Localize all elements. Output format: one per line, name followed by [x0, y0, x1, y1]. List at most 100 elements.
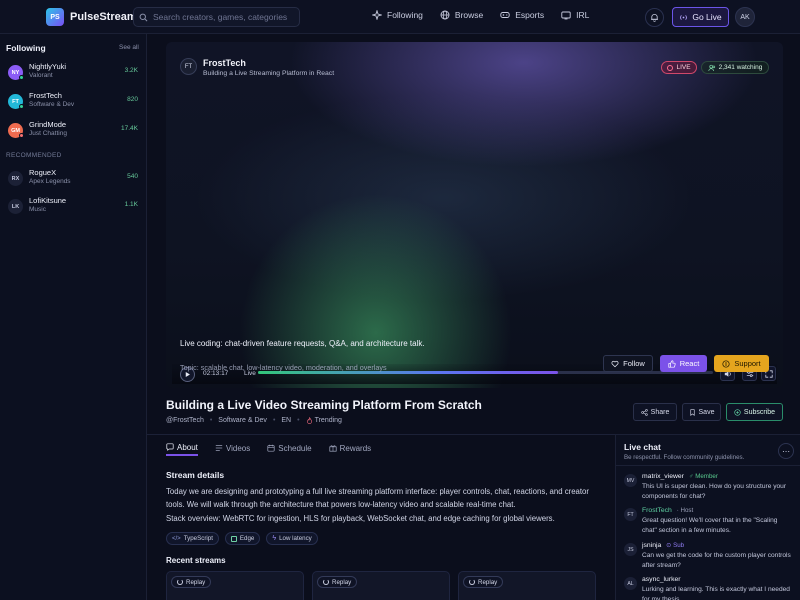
stack-overview-text: Stack overview: WebRTC for ingestion, HL…	[166, 514, 555, 523]
react-button[interactable]: React	[660, 355, 707, 372]
coin-icon	[722, 359, 730, 368]
video-player[interactable]: FT FrostTech Building a Live Streaming P…	[166, 42, 783, 388]
chat-username-line: async_lurker	[642, 576, 681, 583]
sidebar-item-grindmode[interactable]: GM GrindMode Just Chatting 17.4K	[0, 120, 147, 144]
streamer-avatar[interactable]: FT	[180, 58, 197, 75]
tag-list: </> TypeScript Edge ϟ Low latency	[166, 532, 318, 545]
following-heading: Following	[6, 43, 46, 53]
recent-streams-heading: Recent streams	[166, 556, 226, 565]
search-icon	[139, 13, 148, 21]
bolt-icon: ϟ	[272, 535, 277, 542]
live-chat-panel: Live chat Be respectful. Follow communit…	[615, 434, 800, 600]
live-label: LIVE	[676, 64, 691, 71]
watching-count: 2,341 watching	[718, 64, 763, 71]
host-badge: · Host	[676, 507, 694, 514]
role-label: Member	[695, 473, 718, 480]
nav-browse-label: Browse	[454, 10, 484, 20]
bookmark-icon	[689, 408, 695, 416]
sidebar-item-nightlyyuki[interactable]: NY NightlyYuki Valorant 3.2K	[0, 62, 147, 86]
replay-label: Replay	[332, 578, 352, 586]
nav-esports-label: Esports	[515, 10, 545, 20]
chat-avatar[interactable]: MV	[624, 474, 637, 487]
nav-esports[interactable]: Esports	[500, 10, 544, 20]
chat-avatar[interactable]: JS	[624, 543, 637, 556]
sidebar-item-frosttech[interactable]: FT FrostTech Software & Dev 820	[0, 91, 147, 115]
chat-text: Lurking and learning. This is exactly wh…	[642, 586, 790, 600]
tag-label: Low latency	[279, 535, 312, 542]
chat-username-line: matrix_viewer ♂ Member	[642, 473, 718, 480]
channel-category: Music	[29, 206, 46, 213]
save-button[interactable]: Save	[682, 403, 721, 421]
replay-badge: Replay	[463, 576, 504, 588]
tab-about-label: About	[177, 442, 198, 452]
nav-irl-label: IRL	[576, 10, 590, 20]
tab-schedule[interactable]: Schedule	[267, 440, 312, 456]
more-icon: ⋯	[782, 446, 790, 456]
tag-low-latency[interactable]: ϟ Low latency	[266, 532, 318, 545]
user-avatar[interactable]: AK	[735, 7, 755, 27]
recommended-heading: RECOMMENDED	[6, 152, 62, 159]
tab-rewards-label: Rewards	[339, 443, 372, 453]
replay-icon	[177, 579, 183, 585]
chat-username-line: jsninja ⊙ Sub	[642, 542, 684, 549]
stream-category[interactable]: Software & Dev	[218, 417, 267, 424]
tab-videos-label: Videos	[225, 443, 251, 453]
stream-meta: @FrostTech • Software & Dev • EN • Trend…	[166, 417, 342, 424]
recent-stream-card[interactable]: Replay	[458, 571, 596, 600]
share-icon	[640, 408, 648, 416]
nav-following[interactable]: Following	[372, 10, 423, 20]
go-live-button[interactable]: Go Live	[672, 7, 729, 27]
sidebar-item-roguex[interactable]: RX RogueX Apex Legends 540	[0, 168, 147, 192]
see-all-link[interactable]: See all	[119, 44, 139, 51]
tab-rewards[interactable]: Rewards	[329, 440, 372, 456]
trending-label: Trending	[314, 417, 342, 424]
recent-stream-card[interactable]: Replay	[166, 571, 304, 600]
channel-name: GrindMode	[29, 120, 67, 129]
sidebar-item-lofikitsune[interactable]: LK LofiKitsune Music 1.1K	[0, 196, 147, 220]
tag-typescript[interactable]: </> TypeScript	[166, 532, 219, 545]
replay-badge: Replay	[317, 576, 358, 588]
support-button[interactable]: Support	[714, 355, 769, 372]
tag-edge[interactable]: Edge	[224, 532, 261, 545]
nav-browse[interactable]: Browse	[440, 10, 483, 20]
channel-handle[interactable]: @FrostTech	[166, 417, 204, 424]
recent-stream-card[interactable]: Replay	[312, 571, 450, 600]
role-label: Sub	[673, 542, 685, 549]
channel-category: Just Chatting	[29, 130, 67, 137]
tab-about[interactable]: About	[166, 440, 198, 456]
search-box[interactable]	[133, 7, 300, 27]
chat-avatar[interactable]: FT	[624, 508, 637, 521]
main-nav: Following Browse Esports IRL	[372, 10, 589, 20]
search-input[interactable]	[153, 12, 293, 22]
chat-username[interactable]: async_lurker	[642, 576, 681, 583]
tab-videos[interactable]: Videos	[215, 440, 250, 456]
channel-name: RogueX	[29, 168, 57, 177]
react-label: React	[679, 359, 700, 368]
list-icon	[215, 445, 223, 451]
follow-button[interactable]: Follow	[603, 355, 653, 372]
chat-guidelines: Be respectful. Follow community guidelin…	[624, 454, 745, 461]
gamepad-icon	[500, 12, 510, 18]
chat-avatar[interactable]: AL	[624, 577, 637, 590]
support-label: Support	[734, 359, 761, 368]
tag-label: TypeScript	[183, 535, 213, 542]
streamer-name[interactable]: FrostTech	[203, 58, 246, 68]
viewer-count: 17.4K	[121, 125, 138, 132]
nav-following-label: Following	[387, 10, 423, 20]
app-name: PulseStream	[70, 11, 137, 23]
share-button[interactable]: Share	[633, 403, 677, 421]
chat-username[interactable]: jsninja	[642, 542, 661, 549]
gift-icon	[329, 445, 337, 452]
chat-more-button[interactable]: ⋯	[778, 443, 794, 459]
role-label: Host	[680, 507, 694, 514]
tag-label: Edge	[239, 535, 255, 542]
follow-label: Follow	[623, 359, 645, 368]
chat-username[interactable]: matrix_viewer	[642, 473, 684, 480]
users-icon	[708, 64, 715, 71]
channel-category: Software & Dev	[29, 101, 75, 108]
subscribe-button[interactable]: Subscribe	[726, 403, 783, 421]
logo[interactable]: PS PulseStream	[46, 8, 137, 26]
notifications-button[interactable]	[645, 8, 664, 27]
chat-username[interactable]: FrostTech	[642, 507, 672, 514]
nav-irl[interactable]: IRL	[561, 10, 589, 20]
